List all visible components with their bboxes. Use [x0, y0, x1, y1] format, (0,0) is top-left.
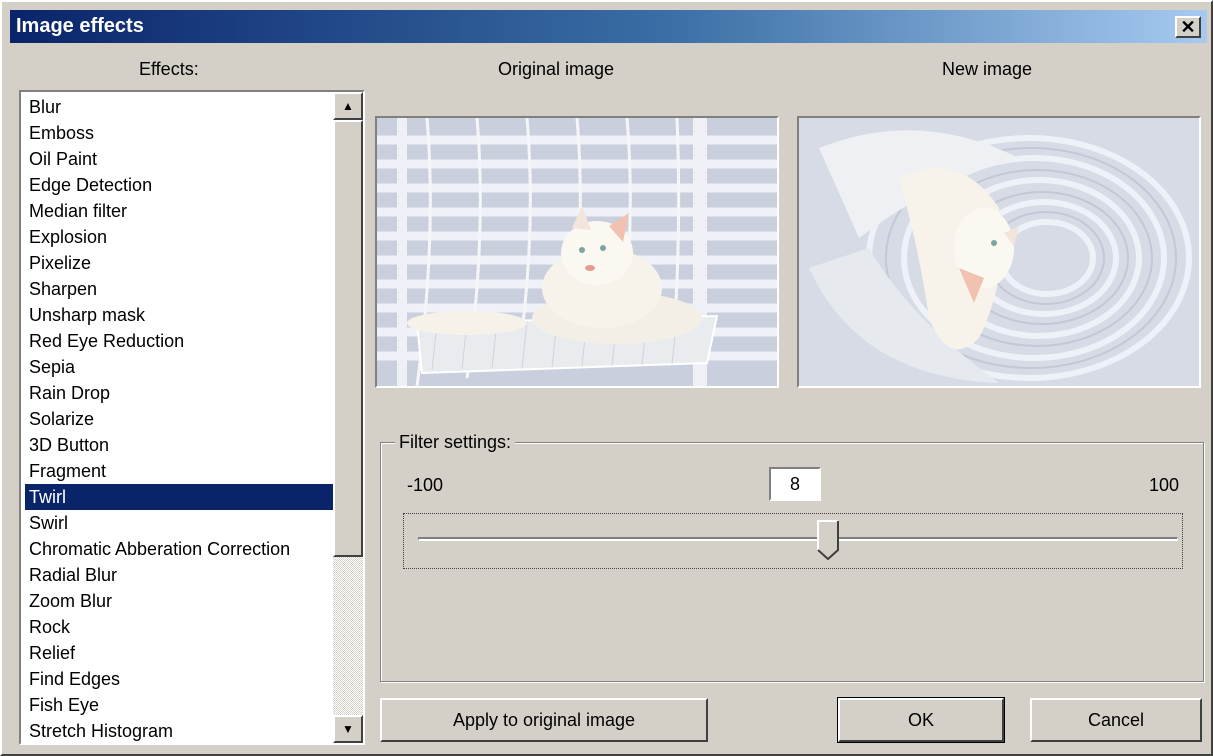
list-item[interactable]: Relief: [25, 640, 341, 666]
slider-track: [418, 537, 1178, 541]
list-item[interactable]: Emboss: [25, 120, 341, 146]
filter-settings-label: Filter settings:: [395, 432, 516, 453]
list-item[interactable]: Unsharp mask: [25, 302, 341, 328]
list-item[interactable]: Swirl: [25, 510, 341, 536]
ok-button[interactable]: OK: [837, 697, 1005, 743]
title-bar[interactable]: Image effects ✕: [10, 10, 1207, 43]
list-item[interactable]: Stretch Histogram: [25, 718, 341, 743]
list-item[interactable]: Fragment: [25, 458, 341, 484]
list-item[interactable]: Oil Paint: [25, 146, 341, 172]
close-icon: ✕: [1180, 17, 1196, 37]
list-item[interactable]: 3D Button: [25, 432, 341, 458]
list-item[interactable]: Rain Drop: [25, 380, 341, 406]
list-item[interactable]: Pixelize: [25, 250, 341, 276]
list-item[interactable]: Sepia: [25, 354, 341, 380]
original-cat-picture: [377, 118, 777, 386]
list-item[interactable]: Fish Eye: [25, 692, 341, 718]
list-item[interactable]: Red Eye Reduction: [25, 328, 341, 354]
slider-thumb[interactable]: [817, 520, 840, 560]
filter-settings-group: Filter settings: -100 100: [380, 432, 1204, 682]
cancel-button[interactable]: Cancel: [1030, 698, 1202, 742]
scroll-up-arrow-icon: ▲: [342, 99, 354, 113]
twirled-cat-picture: [799, 118, 1199, 386]
dialog-window: Image effects ✕ Effects: Original image …: [0, 0, 1213, 756]
list-item[interactable]: Sharpen: [25, 276, 341, 302]
filter-slider[interactable]: [403, 513, 1183, 569]
scroll-down-arrow-icon: ▼: [342, 722, 354, 736]
list-item[interactable]: Edge Detection: [25, 172, 341, 198]
vertical-scrollbar[interactable]: ▲ ▼: [333, 92, 363, 743]
list-item[interactable]: Chromatic Abberation Correction: [25, 536, 341, 562]
new-image-header: New image: [942, 59, 1033, 79]
list-item[interactable]: Explosion: [25, 224, 341, 250]
scroll-down-button[interactable]: ▼: [333, 715, 363, 743]
original-image-header: Original image: [498, 59, 615, 79]
list-item[interactable]: Rock: [25, 614, 341, 640]
list-item[interactable]: Find Edges: [25, 666, 341, 692]
filter-value-field[interactable]: [769, 467, 821, 501]
list-item[interactable]: Zoom Blur: [25, 588, 341, 614]
effects-listbox[interactable]: Blur Emboss Oil Paint Edge Detection Median …: [19, 90, 365, 745]
close-button[interactable]: ✕: [1175, 16, 1201, 38]
window-title: Image effects: [16, 15, 144, 37]
list-item[interactable]: Blur: [25, 94, 341, 120]
list-item[interactable]: Median filter: [25, 198, 341, 224]
range-min-label: -100: [407, 475, 444, 495]
effects-list: Blur Emboss Oil Paint Edge Detection Median …: [25, 94, 341, 743]
list-item[interactable]: Twirl: [25, 484, 341, 510]
range-max-label: 100: [1148, 475, 1179, 495]
list-item[interactable]: Solarize: [25, 406, 341, 432]
new-image: [797, 116, 1201, 388]
scroll-up-button[interactable]: ▲: [333, 92, 363, 120]
scrollbar-thumb[interactable]: [333, 120, 363, 557]
list-item[interactable]: Radial Blur: [25, 562, 341, 588]
apply-button[interactable]: Apply to original image: [380, 698, 708, 742]
effects-header: Effects:: [139, 59, 199, 79]
original-image: [375, 116, 779, 388]
